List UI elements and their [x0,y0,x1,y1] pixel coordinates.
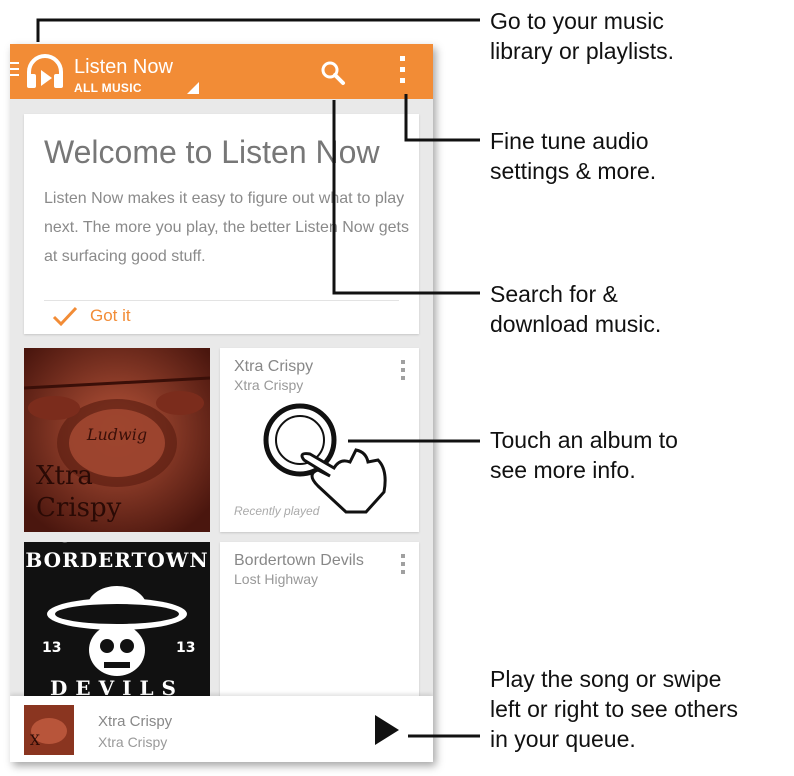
now-playing-artist: Xtra Crispy [98,734,168,750]
search-icon[interactable] [320,60,346,86]
page-title[interactable]: Listen Now [74,56,173,79]
album-art-xtra-crispy[interactable]: Ludwig Xtra Crispy [24,348,210,532]
album-art-drum-text: Ludwig [86,425,147,444]
callout-play: Play the song or swipe left or right to s… [490,666,739,752]
headphones-icon[interactable] [25,52,65,92]
album-title: Bordertown Devils [234,552,364,569]
album-artist: Lost Highway [234,571,319,587]
welcome-heading: Welcome to Listen Now [44,134,380,170]
album-more-icon[interactable] [401,554,405,578]
phone-screen: Listen Now ALL MUSIC Welcome to Listen N… [10,44,433,762]
album-art-bordertown-devils[interactable]: BORDERTOWN 13 13 BORDERTOWN DEVILS [24,542,210,702]
now-playing-thumbnail[interactable]: X [24,705,74,755]
now-playing-song: Xtra Crispy [98,713,173,730]
library-filter[interactable]: ALL MUSIC [74,81,142,95]
recently-played-label: Recently played [234,504,320,518]
overflow-menu-icon[interactable] [400,56,405,89]
dropdown-icon[interactable] [187,82,199,94]
album-art-number-right: 13 [176,640,195,656]
got-it-button[interactable]: Got it [52,298,131,334]
play-icon[interactable] [375,715,399,745]
album-title: Xtra Crispy [234,358,314,375]
album-more-icon[interactable] [401,360,405,384]
callout-library: Go to your music library or playlists. [490,8,675,64]
album-card-bordertown-devils[interactable]: Bordertown Devils Lost Highway [220,542,419,702]
callout-album: Touch an album to see more info. [490,427,678,483]
album-art-number-left: 13 [42,640,61,656]
album-card-xtra-crispy[interactable]: Xtra Crispy Xtra Crispy Recently played [220,348,419,532]
checkmark-icon [52,306,78,327]
menu-icon[interactable] [10,62,19,80]
callout-settings: Fine tune audio settings & more. [490,128,657,184]
album-art-text: Xtra Crispy [36,461,122,523]
now-playing-bar[interactable]: X Xtra Crispy Xtra Crispy [10,696,433,762]
svg-text:X: X [30,733,40,749]
album-art-top-label: BORDERTOWN [25,548,209,572]
app-bar: Listen Now ALL MUSIC [10,44,433,99]
welcome-body: Listen Now makes it easy to figure out w… [44,190,409,265]
got-it-label: Got it [90,306,131,325]
welcome-card: Welcome to Listen Now Listen Now makes i… [24,114,419,334]
album-artist: Xtra Crispy [234,377,304,393]
callout-search: Search for & download music. [490,281,662,337]
